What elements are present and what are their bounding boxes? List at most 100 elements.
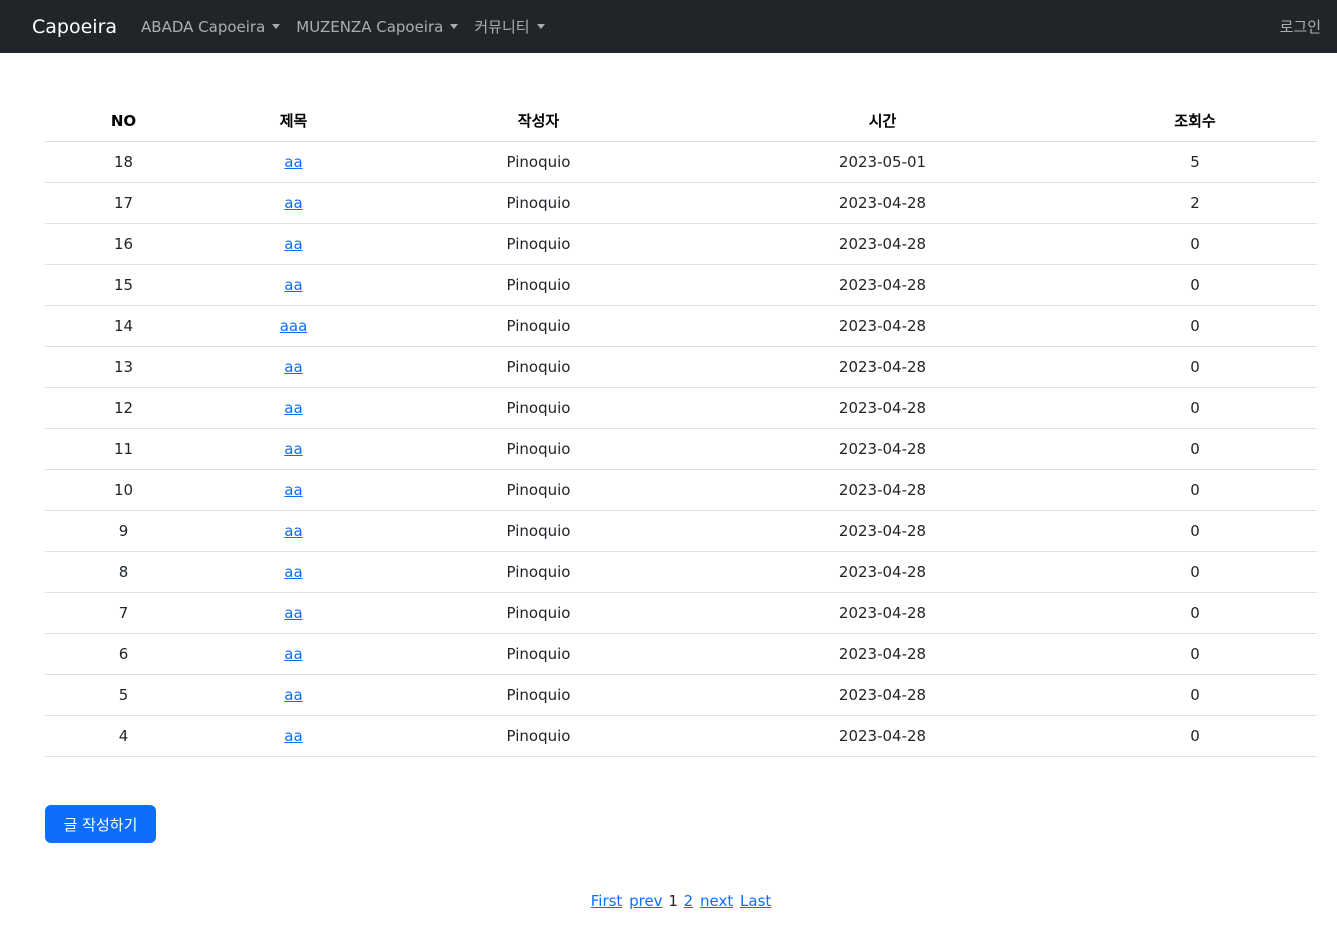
menu-abada-label: ABADA Capoeira xyxy=(141,17,266,36)
post-title-link[interactable]: aa xyxy=(284,276,302,294)
table-row: 5 aa Pinoquio 2023-04-28 0 xyxy=(45,674,1317,716)
cell-time: 2023-04-28 xyxy=(692,469,1073,511)
cell-title: aa xyxy=(202,592,385,634)
cell-views: 0 xyxy=(1073,592,1317,634)
pagination-first-link[interactable]: First xyxy=(591,892,623,910)
cell-time: 2023-04-28 xyxy=(692,674,1073,716)
cell-no: 14 xyxy=(45,305,202,347)
post-title-link[interactable]: aa xyxy=(284,727,302,745)
cell-no: 11 xyxy=(45,428,202,470)
cell-time: 2023-04-28 xyxy=(692,387,1073,429)
cell-views: 0 xyxy=(1073,223,1317,265)
cell-time: 2023-04-28 xyxy=(692,633,1073,675)
pagination: First prev 1 2 next Last xyxy=(0,892,1337,910)
cell-time: 2023-04-28 xyxy=(692,551,1073,593)
cell-author: Pinoquio xyxy=(385,510,692,552)
post-title-link[interactable]: aa xyxy=(284,645,302,663)
cell-title: aa xyxy=(202,346,385,388)
cell-author: Pinoquio xyxy=(385,469,692,511)
cell-author: Pinoquio xyxy=(385,223,692,265)
cell-no: 9 xyxy=(45,510,202,552)
post-title-link[interactable]: aa xyxy=(284,153,302,171)
cell-author: Pinoquio xyxy=(385,592,692,634)
cell-author: Pinoquio xyxy=(385,633,692,675)
header-title: 제목 xyxy=(202,101,385,142)
post-title-link[interactable]: aa xyxy=(284,399,302,417)
post-title-link[interactable]: aa xyxy=(284,563,302,581)
cell-no: 16 xyxy=(45,223,202,265)
login-link[interactable]: 로그인 xyxy=(1280,16,1321,37)
menu-community-dropdown[interactable]: 커뮤니티 xyxy=(474,16,545,37)
cell-title: aa xyxy=(202,469,385,511)
pagination-page-link[interactable]: 2 xyxy=(684,892,694,910)
brand-link[interactable]: Capoeira xyxy=(32,16,117,38)
cell-time: 2023-04-28 xyxy=(692,346,1073,388)
cell-no: 6 xyxy=(45,633,202,675)
table-row: 17 aa Pinoquio 2023-04-28 2 xyxy=(45,182,1317,224)
cell-no: 7 xyxy=(45,592,202,634)
header-no: NO xyxy=(45,101,202,142)
cell-time: 2023-05-01 xyxy=(692,141,1073,183)
cell-author: Pinoquio xyxy=(385,715,692,757)
table-row: 7 aa Pinoquio 2023-04-28 0 xyxy=(45,592,1317,634)
cell-no: 5 xyxy=(45,674,202,716)
cell-title: aa xyxy=(202,674,385,716)
cell-title: aa xyxy=(202,510,385,552)
cell-time: 2023-04-28 xyxy=(692,510,1073,552)
menu-muzenza-dropdown[interactable]: MUZENZA Capoeira xyxy=(296,17,459,36)
cell-author: Pinoquio xyxy=(385,428,692,470)
post-title-link[interactable]: aa xyxy=(284,604,302,622)
chevron-down-icon xyxy=(536,24,545,29)
menu-muzenza-label: MUZENZA Capoeira xyxy=(296,17,444,36)
cell-no: 12 xyxy=(45,387,202,429)
cell-views: 0 xyxy=(1073,428,1317,470)
pagination-last-link[interactable]: Last xyxy=(740,892,771,910)
header-time: 시간 xyxy=(692,101,1073,142)
menu-community-label: 커뮤니티 xyxy=(474,18,530,36)
table-row: 6 aa Pinoquio 2023-04-28 0 xyxy=(45,633,1317,675)
write-post-button[interactable]: 글 작성하기 xyxy=(45,805,156,843)
cell-title: aa xyxy=(202,223,385,265)
cell-views: 0 xyxy=(1073,387,1317,429)
cell-title: aa xyxy=(202,264,385,306)
cell-no: 17 xyxy=(45,182,202,224)
table-row: 12 aa Pinoquio 2023-04-28 0 xyxy=(45,387,1317,429)
header-views: 조회수 xyxy=(1073,101,1317,142)
post-title-link[interactable]: aa xyxy=(284,440,302,458)
cell-views: 0 xyxy=(1073,715,1317,757)
post-title-link[interactable]: aa xyxy=(284,358,302,376)
cell-author: Pinoquio xyxy=(385,387,692,429)
table-row: 11 aa Pinoquio 2023-04-28 0 xyxy=(45,428,1317,470)
pagination-current-page: 1 xyxy=(668,892,678,910)
cell-author: Pinoquio xyxy=(385,346,692,388)
table-row: 16 aa Pinoquio 2023-04-28 0 xyxy=(45,223,1317,265)
cell-author: Pinoquio xyxy=(385,182,692,224)
table-row: 10 aa Pinoquio 2023-04-28 0 xyxy=(45,469,1317,511)
cell-views: 0 xyxy=(1073,551,1317,593)
header-author: 작성자 xyxy=(385,101,692,142)
post-title-link[interactable]: aa xyxy=(284,481,302,499)
cell-time: 2023-04-28 xyxy=(692,428,1073,470)
post-title-link[interactable]: aa xyxy=(284,235,302,253)
table-row: 15 aa Pinoquio 2023-04-28 0 xyxy=(45,264,1317,306)
cell-title: aa xyxy=(202,182,385,224)
cell-author: Pinoquio xyxy=(385,264,692,306)
cell-time: 2023-04-28 xyxy=(692,305,1073,347)
post-title-link[interactable]: aa xyxy=(284,522,302,540)
cell-title: aa xyxy=(202,715,385,757)
cell-views: 0 xyxy=(1073,510,1317,552)
cell-title: aaa xyxy=(202,305,385,347)
chevron-down-icon xyxy=(450,24,459,29)
cell-author: Pinoquio xyxy=(385,305,692,347)
menu-abada-dropdown[interactable]: ABADA Capoeira xyxy=(141,17,281,36)
cell-views: 0 xyxy=(1073,633,1317,675)
post-title-link[interactable]: aa xyxy=(284,686,302,704)
pagination-prev-link[interactable]: prev xyxy=(629,892,662,910)
cell-views: 0 xyxy=(1073,264,1317,306)
pagination-next-link[interactable]: next xyxy=(700,892,733,910)
cell-title: aa xyxy=(202,633,385,675)
cell-views: 0 xyxy=(1073,346,1317,388)
cell-time: 2023-04-28 xyxy=(692,592,1073,634)
post-title-link[interactable]: aa xyxy=(284,194,302,212)
post-title-link[interactable]: aaa xyxy=(280,317,308,335)
